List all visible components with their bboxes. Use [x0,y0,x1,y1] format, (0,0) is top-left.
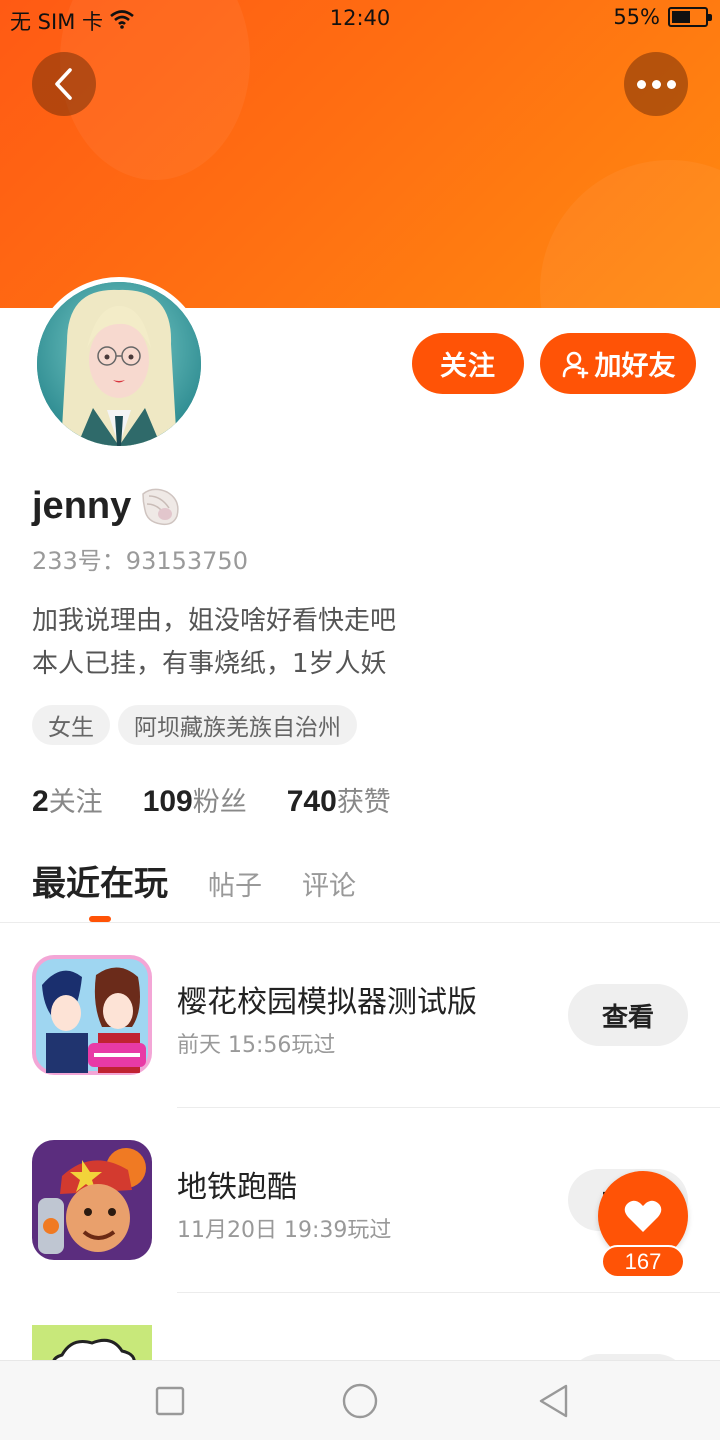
likes-stat[interactable]: 740获赞 [287,780,391,819]
game-title: 地铁跑酷 [177,1170,297,1205]
stat-value: 109 [142,785,193,818]
follow-label: 关注 [440,351,496,382]
system-nav-bar [0,1360,720,1440]
back-button[interactable] [32,52,96,116]
banner-decoration [540,160,720,308]
user-id: 233号：93153750 [32,547,248,575]
tab-divider [0,922,720,923]
list-divider [177,1107,720,1108]
battery-level [672,11,690,23]
battery-percent: 55% [613,5,660,29]
stat-value: 2 [32,785,49,818]
game-icon [32,955,152,1075]
status-bar: 无 SIM 卡 12:40 55% [0,0,720,38]
username: jenny [32,482,183,530]
add-friend-button[interactable]: 加好友 [540,333,696,394]
username-text: jenny [32,484,132,527]
game-title: 樱花校园模拟器测试版 [177,985,477,1020]
tab-recently-played[interactable]: 最近在玩 [32,856,168,905]
status-right: 55% [613,5,712,29]
game-item[interactable]: 樱花校园模拟器测试版 前天 15:56玩过 查看 [0,955,720,1140]
profile-tabs: 最近在玩 帖子 评论 [32,856,356,905]
status-time: 12:40 [329,6,391,30]
list-divider [177,1292,720,1293]
battery-icon [668,7,712,27]
add-friend-label: 加好友 [594,351,676,382]
game-played-time: 前天 15:56玩过 [177,1033,336,1058]
location-tag: 阿坝藏族羌族自治州 [118,705,357,745]
square-icon [155,1386,185,1416]
profile-stats: 2关注 109粉丝 740获赞 [32,780,391,819]
stat-label: 关注 [48,787,103,818]
add-user-icon [562,351,588,378]
profile-banner [0,0,720,308]
recent-apps-button[interactable] [150,1381,190,1421]
more-dots-icon [636,79,676,89]
bio-line: 本人已挂，有事烧纸，1岁人妖 [32,649,387,679]
seashell-icon [142,488,179,526]
bio: 加我说理由，姐没啥好看快走吧 本人已挂，有事烧纸，1岁人妖 [32,600,396,686]
profile-tags: 女生 阿坝藏族羌族自治州 [32,705,357,745]
chevron-left-icon [55,68,72,100]
home-button[interactable] [340,1381,380,1421]
circle-icon [342,1383,378,1419]
heart-icon [624,1200,662,1232]
view-button[interactable]: 查看 [568,984,688,1046]
tab-comments[interactable]: 评论 [302,864,356,903]
following-stat[interactable]: 2关注 [32,780,103,819]
game-played-time: 11月20日 19:39玩过 [177,1218,392,1243]
like-count: 167 [601,1245,685,1278]
gender-tag: 女生 [32,705,110,745]
followers-stat[interactable]: 109粉丝 [143,780,247,819]
follow-button[interactable]: 关注 [412,333,524,394]
tab-posts[interactable]: 帖子 [208,864,262,903]
stat-label: 粉丝 [192,787,247,818]
game-icon [32,1140,152,1260]
triangle-back-icon [539,1384,568,1418]
stat-label: 获赞 [336,787,391,818]
system-back-button[interactable] [534,1381,574,1421]
stat-value: 740 [286,785,337,818]
more-button[interactable] [624,52,688,116]
bio-line: 加我说理由，姐没啥好看快走吧 [32,606,397,636]
avatar[interactable] [32,277,206,451]
